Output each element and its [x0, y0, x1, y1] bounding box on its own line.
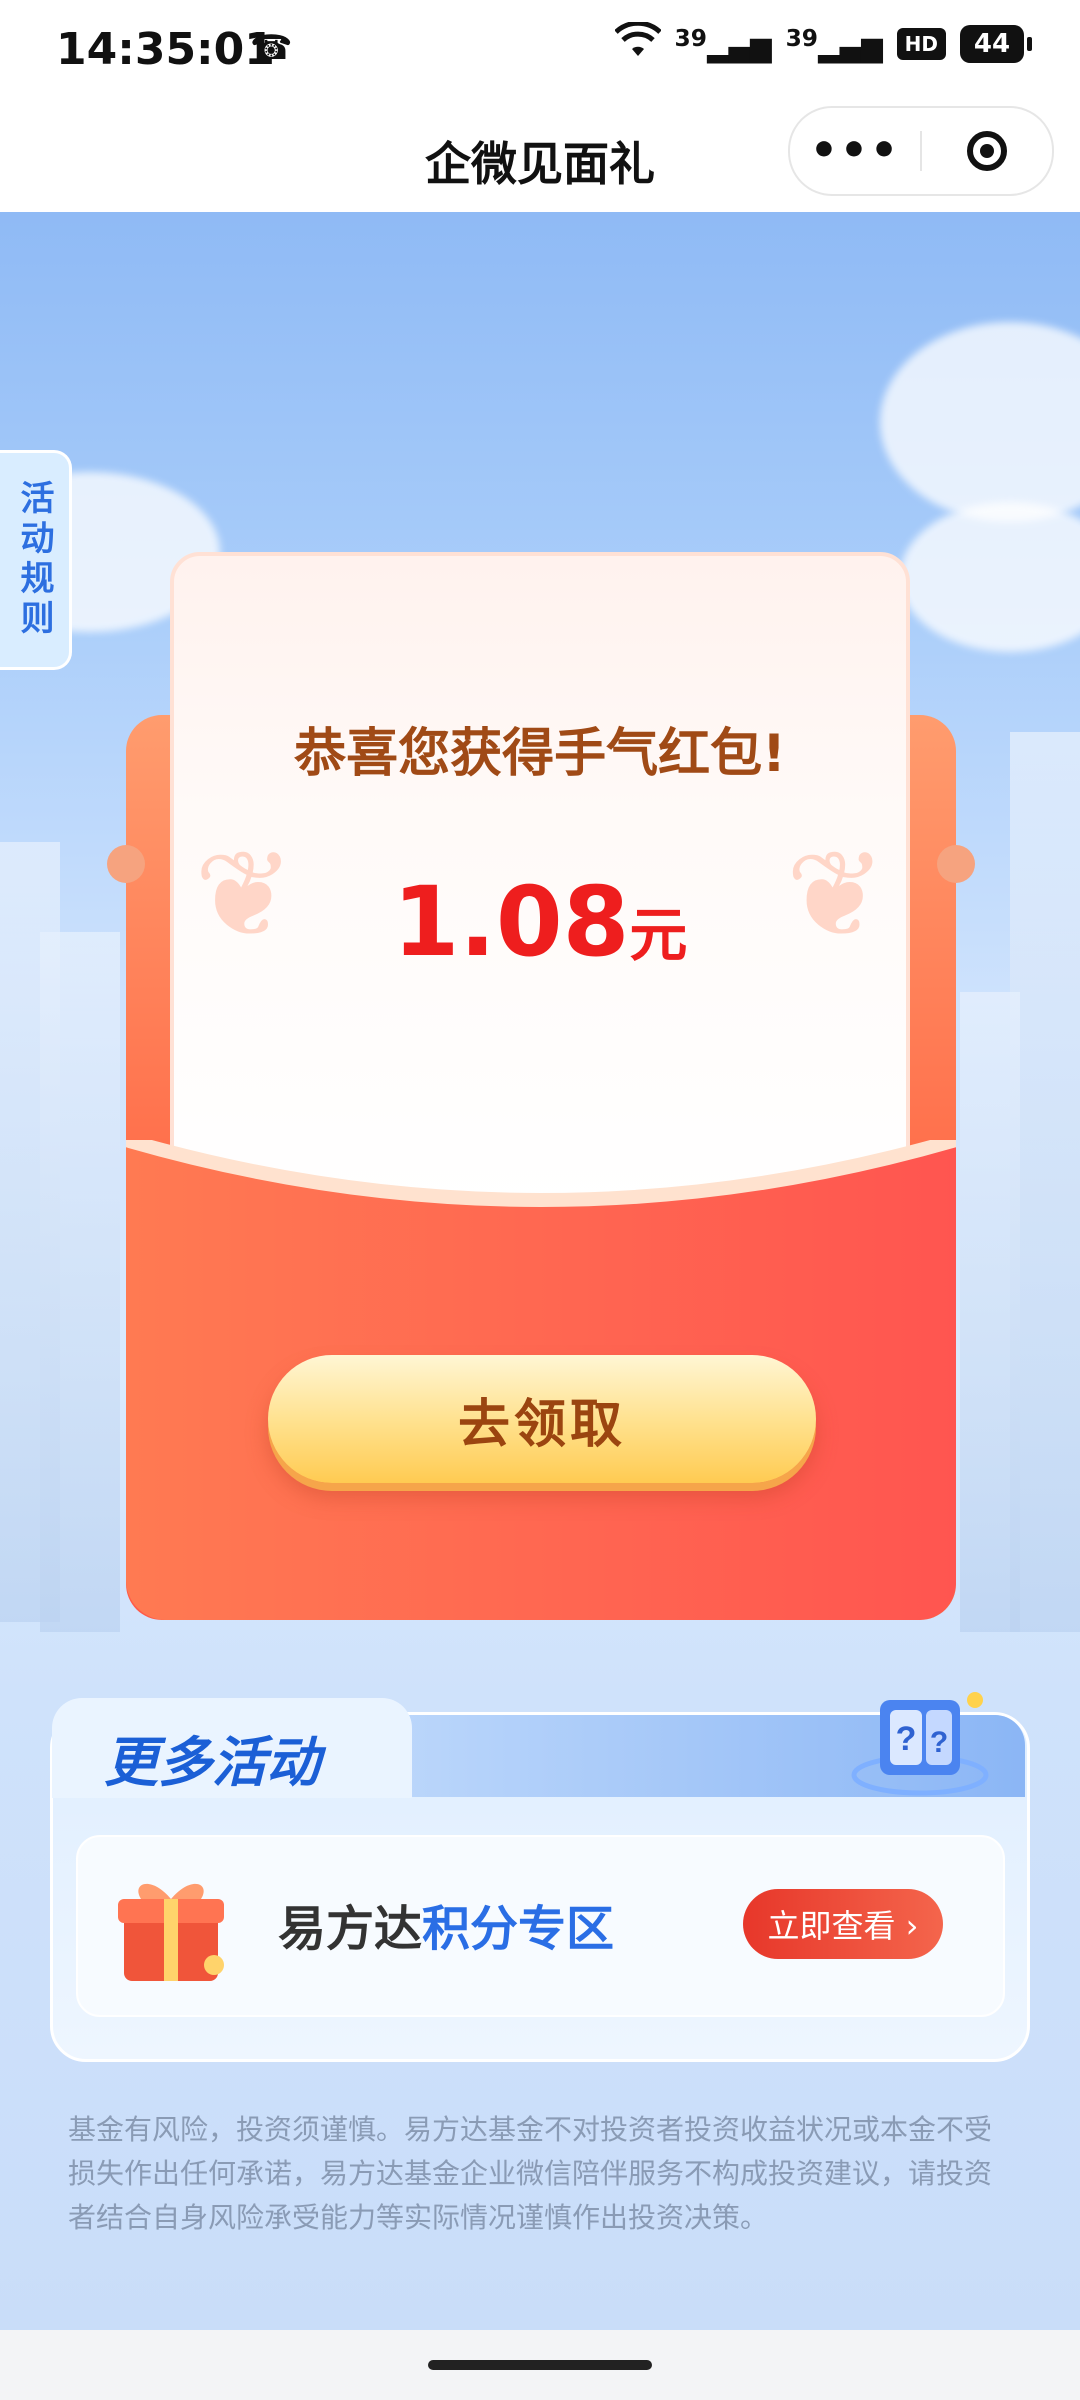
building-decoration — [960, 992, 1020, 1632]
points-zone-text: 易方达积分专区 — [278, 1889, 614, 1959]
more-button[interactable]: ••• — [790, 129, 920, 173]
svg-text:?: ? — [896, 1720, 917, 1758]
nav-bar: 企微见面礼 ••• — [0, 100, 1080, 212]
claim-button-label: 去领取 — [457, 1394, 626, 1455]
status-bar: 14:35:01 ☎ 39▂▄▆ 39▂▄▆ HD 44 — [0, 0, 1080, 100]
amount-unit: 元 — [629, 901, 688, 969]
mystery-box-icon: ? ? — [851, 1692, 989, 1796]
home-indicator[interactable] — [428, 2360, 652, 2370]
packet-notch-right — [937, 845, 975, 883]
activity-rules-tab[interactable]: 活动规则 — [0, 450, 72, 670]
cloud-decoration — [900, 502, 1080, 652]
activity-rules-label: 活动规则 — [14, 480, 54, 640]
mi-icon: HD — [896, 27, 946, 60]
amount-value: 1.08 — [392, 866, 630, 978]
more-activities-title: 更多活动 — [104, 1731, 320, 1794]
cloud-decoration — [880, 322, 1080, 522]
wifi-icon — [613, 20, 662, 65]
building-decoration — [1010, 732, 1080, 1632]
signal-2-label: 39 — [785, 23, 819, 52]
promo-prefix: 易方达 — [278, 1901, 423, 1957]
amount-row: 1.08元 — [174, 866, 906, 978]
svg-text:?: ? — [930, 1726, 948, 1759]
risk-disclaimer: 基金有风险，投资须谨慎。易方达基金不对投资者投资收益状况或本金不受损失作出任何承… — [68, 2113, 993, 2234]
gesture-bar — [0, 2330, 1080, 2400]
status-icons: 39▂▄▆ 39▂▄▆ HD 44 — [613, 20, 1032, 65]
building-decoration — [40, 932, 120, 1632]
close-target-icon — [967, 131, 1007, 171]
promo-highlight: 积分专区 — [422, 1901, 615, 1957]
gift-icon — [118, 1883, 224, 1981]
congrats-text: 恭喜您获得手气红包! — [294, 724, 786, 784]
signal-1-label: 39 — [674, 23, 707, 52]
battery-icon: 44 — [960, 24, 1032, 63]
call-icon: ☎ — [250, 28, 293, 68]
signal-icon: 39▂▄▆ — [674, 23, 772, 64]
signal-icon-2: 39▂▄▆ — [785, 23, 883, 64]
close-button[interactable] — [922, 131, 1052, 171]
packet-notch-left — [107, 845, 145, 883]
red-packet-letter: ❦ ❦ 恭喜您获得手气红包! 1.08元 — [170, 552, 910, 1212]
view-now-button[interactable]: 立即查看 › — [743, 1889, 943, 1959]
points-zone-item[interactable]: 易方达积分专区 立即查看 › — [76, 1835, 1005, 2017]
claim-button[interactable]: 去领取 — [268, 1355, 816, 1483]
mini-program-capsule: ••• — [788, 106, 1054, 196]
status-time: 14:35:01 — [56, 24, 275, 75]
